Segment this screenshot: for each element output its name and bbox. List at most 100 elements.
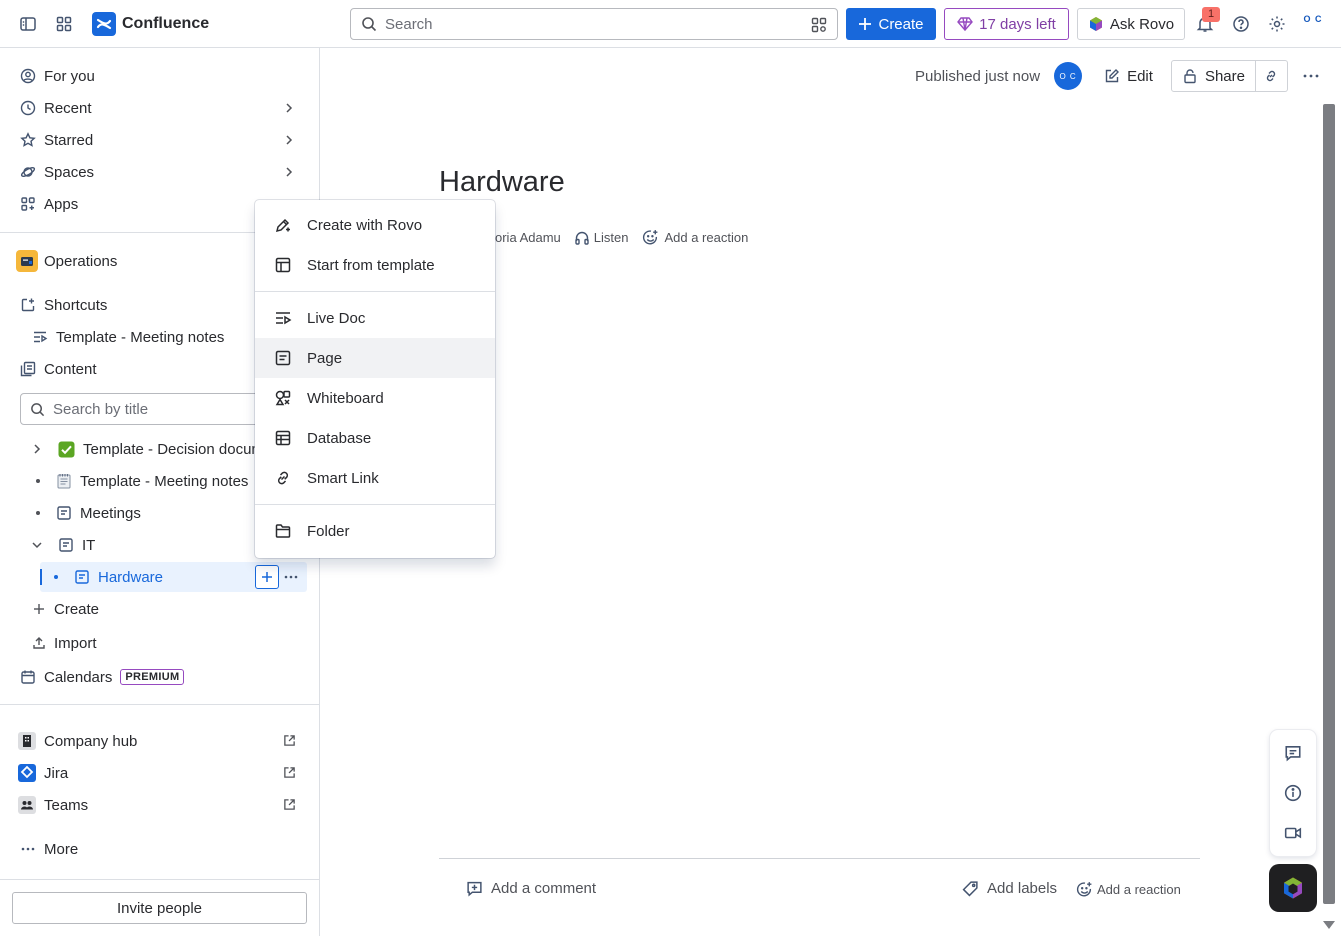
menu-item-smart-link[interactable]: Smart Link <box>255 458 495 498</box>
add-child-plus-icon[interactable] <box>255 565 279 589</box>
sidebar-more[interactable]: More <box>8 833 304 865</box>
scroll-down-arrow-icon[interactable] <box>1322 920 1336 930</box>
sidebar-search-input[interactable]: Search by title <box>20 393 260 425</box>
tree-item-meetings[interactable]: Meetings <box>36 498 141 528</box>
author-avatar[interactable]: O C <box>1054 62 1083 90</box>
checkmark-emoji-icon <box>58 441 75 458</box>
confluence-logo[interactable]: Confluence <box>92 12 209 36</box>
create-dropdown-menu: Create with Rovo Start from template Liv… <box>255 200 495 558</box>
more-actions-icon[interactable] <box>283 569 299 585</box>
page-scrollbar[interactable] <box>1323 104 1335 904</box>
sidebar-link-jira[interactable]: Jira <box>8 757 304 789</box>
chevron-right-icon[interactable] <box>30 442 44 456</box>
sidebar-toggle-icon[interactable] <box>12 8 44 40</box>
user-avatar[interactable]: O C <box>1300 14 1326 34</box>
top-navigation: Confluence Search Create 17 days left As… <box>0 0 1341 48</box>
chevron-right-icon[interactable] <box>282 101 296 115</box>
sidebar-item-recent[interactable]: Recent <box>8 92 304 124</box>
page-title[interactable]: Hardware <box>439 166 565 199</box>
external-link-icon <box>283 734 296 747</box>
tree-item-label: Template - Decision documentation <box>83 440 260 458</box>
sidebar-divider <box>0 704 319 705</box>
chevron-right-icon[interactable] <box>282 133 296 147</box>
user-circle-icon <box>20 68 36 84</box>
apps-grid-icon <box>20 196 36 212</box>
add-reaction-button[interactable]: Add a reaction <box>642 229 748 246</box>
tree-item-label: Hardware <box>98 568 164 586</box>
menu-item-folder[interactable]: Folder <box>255 511 495 551</box>
share-button[interactable]: Share <box>1170 60 1256 92</box>
tree-item-hardware[interactable]: Hardware <box>40 562 307 592</box>
rovo-chat-button[interactable] <box>1269 864 1317 912</box>
sidebar-link-teams[interactable]: Teams <box>8 789 304 821</box>
page-byline: ictoria Adamu Listen Add a reaction <box>482 229 748 246</box>
pencil-sparkle-icon <box>274 216 292 234</box>
database-icon <box>274 429 292 447</box>
tree-item-label: IT <box>82 536 96 554</box>
emoji-add-icon <box>642 229 659 246</box>
menu-item-live-doc[interactable]: Live Doc <box>255 298 495 338</box>
active-indicator <box>40 569 42 585</box>
clock-icon <box>20 100 36 116</box>
edit-button[interactable]: Edit <box>1104 60 1153 92</box>
more-actions-icon[interactable] <box>1302 67 1320 85</box>
sidebar-item-starred[interactable]: Starred <box>8 124 304 156</box>
more-dots-icon <box>20 841 36 857</box>
teams-icon <box>18 796 36 814</box>
ask-rovo-button[interactable]: Ask Rovo <box>1077 8 1185 40</box>
search-input[interactable]: Search <box>350 8 838 40</box>
menu-item-label: Page <box>307 349 343 367</box>
tree-item-label: Meetings <box>80 504 141 522</box>
page-icon <box>74 569 90 585</box>
emoji-add-icon <box>1076 881 1093 898</box>
listen-button[interactable]: Listen <box>574 230 628 246</box>
sidebar-item-for-you[interactable]: For you <box>8 60 304 92</box>
diamond-icon <box>957 16 974 32</box>
comments-icon[interactable] <box>1284 744 1302 762</box>
live-doc-icon <box>32 329 48 345</box>
publish-status: Published just now <box>915 67 1041 85</box>
info-icon[interactable] <box>1284 784 1302 802</box>
menu-item-database[interactable]: Database <box>255 418 495 458</box>
sidebar-link-company-hub[interactable]: Company hub <box>8 725 304 757</box>
menu-item-create-with-rovo[interactable]: Create with Rovo <box>255 205 495 245</box>
create-button[interactable]: Create <box>846 8 936 40</box>
whiteboard-icon <box>274 389 292 407</box>
add-labels-button[interactable]: Add labels <box>962 880 1057 897</box>
menu-item-start-from-template[interactable]: Start from template <box>255 245 495 285</box>
search-icon <box>361 16 377 32</box>
chevron-down-icon[interactable] <box>30 538 44 552</box>
sidebar-item-calendars[interactable]: Calendars PREMIUM <box>8 661 304 693</box>
side-tools-panel <box>1270 730 1316 856</box>
tree-item-meeting-notes[interactable]: Template - Meeting notes <box>36 466 248 496</box>
app-switcher-icon[interactable] <box>48 8 80 40</box>
tree-item-decision[interactable]: Template - Decision documentation <box>30 434 260 464</box>
tree-item-it[interactable]: IT <box>30 530 95 560</box>
sidebar-import[interactable]: Import <box>8 627 304 659</box>
settings-gear-icon[interactable] <box>1261 8 1293 40</box>
sidebar-item-label: Shortcuts <box>44 296 108 314</box>
menu-item-page[interactable]: Page <box>255 338 495 378</box>
tree-item-label: Template - Meeting notes <box>80 472 249 490</box>
copy-link-icon[interactable] <box>1255 60 1288 92</box>
page-icon <box>274 349 292 367</box>
trial-button[interactable]: 17 days left <box>944 8 1069 40</box>
confluence-logo-icon <box>92 12 116 36</box>
sidebar-create[interactable]: Create <box>8 593 304 625</box>
video-icon[interactable] <box>1284 824 1302 842</box>
menu-item-whiteboard[interactable]: Whiteboard <box>255 378 495 418</box>
app-name: Confluence <box>122 15 210 32</box>
space-avatar-icon <box>16 250 38 272</box>
footer-add-reaction-button[interactable]: Add a reaction <box>1076 881 1181 898</box>
tree-bullet <box>36 479 40 483</box>
sidebar-item-label: Starred <box>44 131 94 149</box>
filter-icon[interactable] <box>811 17 827 33</box>
chevron-right-icon[interactable] <box>282 165 296 179</box>
notepad-emoji-icon <box>56 473 72 489</box>
help-icon[interactable] <box>1225 8 1257 40</box>
invite-people-button[interactable]: Invite people <box>12 892 307 924</box>
sidebar-search-placeholder: Search by title <box>53 400 149 418</box>
add-comment-button[interactable]: Add a comment <box>466 880 596 897</box>
jira-icon <box>18 764 36 782</box>
sidebar-item-spaces[interactable]: Spaces <box>8 156 304 188</box>
